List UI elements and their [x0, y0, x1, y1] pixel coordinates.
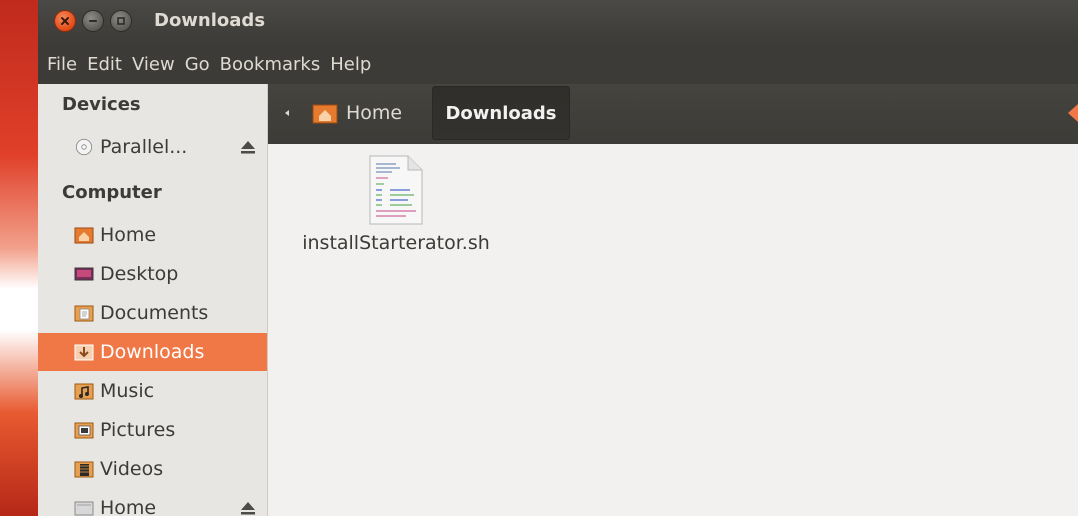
breadcrumb-label: Downloads: [445, 102, 557, 124]
file-item[interactable]: installStarterator.sh: [296, 154, 496, 294]
location-toolbar: Home Downloads: [268, 84, 1078, 144]
sidebar-item-music[interactable]: Music: [38, 372, 267, 410]
sidebar-item-label: Parallel...: [100, 136, 188, 158]
sidebar-item-videos[interactable]: Videos: [38, 450, 267, 488]
documents-folder-icon: [74, 305, 94, 322]
sidebar-item-parallels[interactable]: Parallel...: [38, 128, 267, 166]
videos-folder-icon: [74, 461, 94, 478]
sidebar-item-downloads[interactable]: Downloads: [38, 333, 267, 371]
menu-view[interactable]: View: [131, 50, 176, 79]
home-folder-icon: [312, 104, 338, 124]
sidebar-item-label: Home: [100, 224, 157, 246]
menu-help[interactable]: Help: [329, 50, 372, 79]
home-folder-icon: [74, 227, 94, 244]
menu-go[interactable]: Go: [184, 50, 211, 79]
pictures-folder-icon: [74, 422, 94, 439]
sidebar-item-pictures[interactable]: Pictures: [38, 411, 267, 449]
back-arrow-icon[interactable]: [1066, 102, 1078, 124]
music-folder-icon: [74, 383, 94, 400]
eject-icon[interactable]: [239, 138, 257, 156]
file-manager-window: Downloads File Edit View Go Bookmarks He…: [38, 0, 1078, 516]
drive-icon: [74, 501, 94, 516]
minimize-icon: [89, 20, 97, 22]
breadcrumb-scroll-left-icon[interactable]: [282, 106, 292, 120]
menu-bookmarks[interactable]: Bookmarks: [219, 50, 322, 79]
file-view: installStarterator.sh: [268, 144, 1078, 516]
window-title: Downloads: [154, 10, 266, 31]
sidebar-item-label: Downloads: [100, 341, 205, 363]
sidebar-header-devices: Devices: [62, 94, 141, 115]
places-sidebar: Devices Parallel... Computer Home Deskto…: [38, 84, 268, 516]
breadcrumb-downloads[interactable]: Downloads: [432, 86, 570, 140]
close-icon: [61, 17, 69, 25]
desktop-icon: [74, 267, 94, 281]
sidebar-header-computer: Computer: [62, 182, 162, 203]
cd-icon: [75, 138, 93, 156]
sidebar-item-home[interactable]: Home: [38, 216, 267, 254]
menu-edit[interactable]: Edit: [86, 50, 123, 79]
downloads-folder-icon: [74, 344, 94, 361]
sidebar-item-label: Desktop: [100, 263, 179, 285]
close-window-button[interactable]: [54, 10, 76, 32]
sidebar-item-home-drive[interactable]: Home: [38, 489, 267, 516]
breadcrumb-home[interactable]: Home: [312, 96, 402, 130]
eject-icon[interactable]: [239, 499, 257, 516]
menu-file[interactable]: File: [46, 50, 78, 79]
maximize-icon: [117, 17, 125, 25]
breadcrumb-label: Home: [346, 102, 403, 124]
file-name-label: installStarterator.sh: [302, 232, 490, 254]
title-bar[interactable]: Downloads: [38, 0, 1078, 44]
minimize-window-button[interactable]: [82, 10, 104, 32]
sidebar-item-documents[interactable]: Documents: [38, 294, 267, 332]
sidebar-item-label: Documents: [100, 302, 209, 324]
menu-bar: File Edit View Go Bookmarks Help: [38, 44, 1078, 84]
desktop-wallpaper: [0, 0, 40, 516]
sidebar-item-label: Music: [100, 380, 155, 402]
shell-script-icon: [369, 155, 423, 225]
maximize-window-button[interactable]: [110, 10, 132, 32]
sidebar-item-label: Pictures: [100, 419, 176, 441]
sidebar-item-desktop[interactable]: Desktop: [38, 255, 267, 293]
sidebar-item-label: Videos: [100, 458, 164, 480]
sidebar-item-label: Home: [100, 497, 157, 516]
